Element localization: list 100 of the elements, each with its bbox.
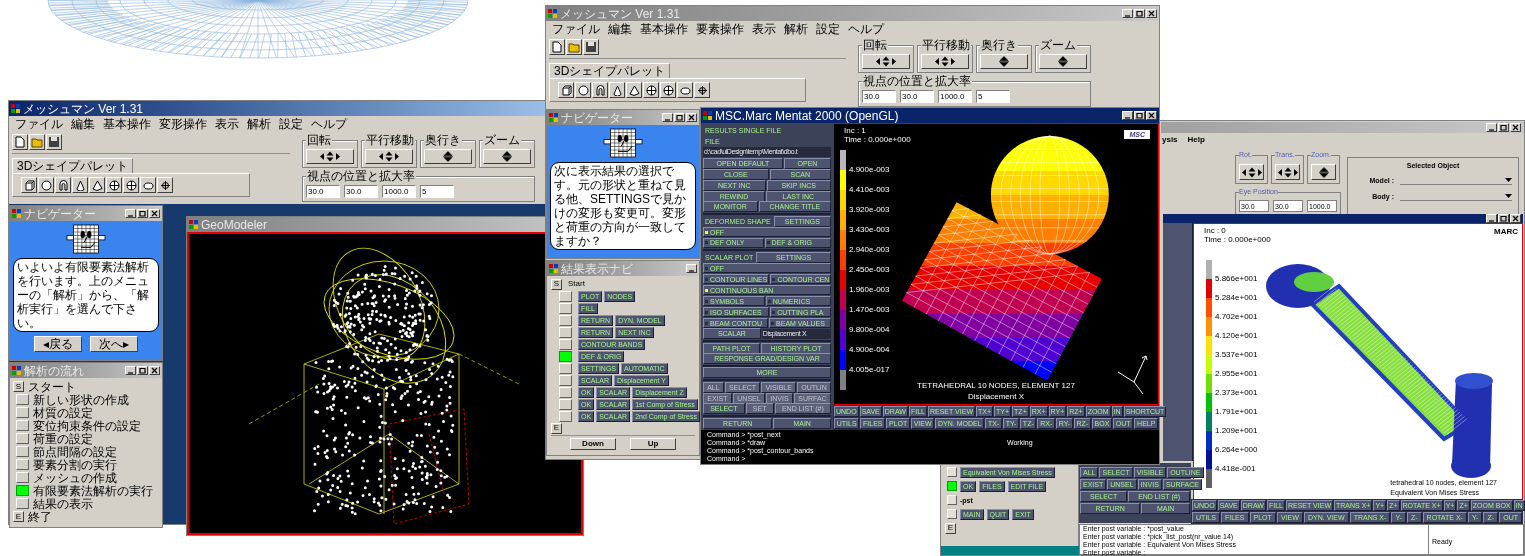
open-button[interactable] — [29, 134, 45, 150]
shape-tool-button[interactable] — [72, 177, 88, 193]
menu-item[interactable]: 編集 — [604, 22, 636, 35]
number-field[interactable]: 5 — [976, 90, 1010, 103]
minimize-button[interactable] — [125, 209, 136, 218]
nav-button[interactable]: ◂戻る — [34, 336, 82, 352]
maximize-button[interactable] — [1134, 111, 1145, 120]
close-button[interactable] — [686, 113, 697, 122]
save-button[interactable] — [46, 134, 62, 150]
nav-button[interactable]: Up — [630, 438, 676, 450]
minimize-button[interactable] — [125, 366, 136, 375]
menu-item[interactable]: ヘルプ — [844, 22, 888, 35]
view-button[interactable] — [1311, 164, 1336, 180]
minimize-button[interactable] — [662, 113, 673, 122]
flow-marker-button[interactable]: E — [551, 422, 562, 434]
nav-button[interactable]: 次へ▸ — [90, 336, 138, 352]
shape-tool-button[interactable] — [157, 177, 173, 193]
open-button[interactable] — [566, 39, 582, 55]
close-button[interactable] — [1146, 111, 1157, 120]
shape-tool-button[interactable] — [21, 177, 37, 193]
number-field[interactable]: 5 — [420, 185, 454, 198]
step-checkbox[interactable] — [559, 350, 572, 362]
view-button[interactable] — [862, 54, 910, 69]
flow-marker-button[interactable]: E — [13, 511, 24, 522]
shape-tool-button[interactable] — [575, 82, 591, 98]
view-button[interactable] — [306, 149, 354, 164]
view-button[interactable] — [1275, 164, 1300, 180]
shape-tool-button[interactable] — [140, 177, 156, 193]
maximize-button[interactable] — [1498, 123, 1509, 132]
shape-tool-button[interactable] — [626, 82, 642, 98]
maximize-button[interactable] — [137, 209, 148, 218]
view-button[interactable] — [921, 54, 969, 69]
shape-tool-button[interactable] — [643, 82, 659, 98]
menu-item[interactable]: 基本操作 — [99, 117, 155, 130]
menu-item[interactable]: ファイル — [11, 117, 67, 130]
menu-item[interactable]: 設定 — [275, 117, 307, 130]
flow-marker-button[interactable]: E — [945, 522, 956, 534]
menu-item[interactable]: 設定 — [812, 22, 844, 35]
shape-tool-button[interactable] — [106, 177, 122, 193]
close-button[interactable] — [1510, 123, 1521, 132]
view-button[interactable] — [483, 149, 531, 164]
number-field[interactable]: 1000.0 — [938, 90, 972, 103]
app-icon — [11, 104, 20, 113]
view-button[interactable] — [424, 149, 472, 164]
menu-item[interactable]: 解析 — [243, 117, 275, 130]
view-button[interactable] — [1039, 54, 1087, 69]
close-button[interactable] — [149, 209, 160, 218]
number-field[interactable]: 30.0 — [306, 185, 340, 198]
menu-item[interactable]: 基本操作 — [636, 22, 692, 35]
view-button[interactable] — [980, 54, 1028, 69]
menu-item[interactable]: 要素操作 — [692, 22, 748, 35]
arch-icon — [57, 179, 69, 191]
shape-tool-button[interactable] — [592, 82, 608, 98]
shape-tool-button[interactable] — [123, 177, 139, 193]
number-field[interactable]: 30.0 — [900, 90, 934, 103]
menu-item[interactable]: ファイル — [548, 22, 604, 35]
shape-tool-button[interactable] — [558, 82, 574, 98]
save-button[interactable] — [583, 39, 599, 55]
menu-item[interactable]: 表示 — [211, 117, 243, 130]
close-button[interactable] — [1146, 9, 1157, 18]
palette-tab[interactable]: 3Dシェイプパレット — [12, 158, 134, 173]
nav-button[interactable]: Down — [570, 438, 616, 450]
new-file-button[interactable] — [549, 39, 565, 55]
maximize-button[interactable] — [674, 113, 685, 122]
maximize-button[interactable] — [1134, 9, 1145, 18]
dropdown[interactable] — [1400, 191, 1512, 201]
menu-item[interactable]: ヘルプ — [307, 117, 351, 130]
shape-tool-button[interactable] — [660, 82, 676, 98]
minimize-button[interactable] — [1122, 111, 1133, 120]
menu-item[interactable]: 変形操作 — [155, 117, 211, 130]
menu-item[interactable]: 編集 — [67, 117, 99, 130]
number-field[interactable]: 30.0 — [344, 185, 378, 198]
minimize-button[interactable] — [1122, 9, 1133, 18]
close-button[interactable] — [149, 366, 160, 375]
number-field[interactable]: 30.0 — [862, 90, 896, 103]
shape-tool-button[interactable] — [89, 177, 105, 193]
step-label: 材質の設定 — [33, 406, 93, 419]
number-field[interactable]: 1000.0 — [382, 185, 416, 198]
step-checkbox[interactable] — [16, 485, 29, 496]
flow-marker-button[interactable]: S — [13, 381, 24, 392]
shape-tool-button[interactable] — [677, 82, 693, 98]
shape-tool-button[interactable] — [694, 82, 710, 98]
menu-item[interactable]: 表示 — [748, 22, 780, 35]
minimize-button[interactable] — [1486, 214, 1497, 223]
menu-item[interactable]: 解析 — [780, 22, 812, 35]
new-file-button[interactable] — [12, 134, 28, 150]
view-button[interactable] — [365, 149, 413, 164]
minimize-button[interactable] — [1486, 123, 1497, 132]
menu-item[interactable]: Help — [1187, 136, 1205, 144]
flow-marker-button[interactable]: S — [551, 278, 562, 290]
maximize-button[interactable] — [137, 366, 148, 375]
menu-item[interactable]: ysis — [1162, 136, 1178, 144]
shape-tool-button[interactable] — [55, 177, 71, 193]
palette-tab[interactable]: 3Dシェイプパレット — [549, 63, 671, 78]
step-checkbox[interactable] — [947, 481, 957, 491]
shape-tool-button[interactable] — [609, 82, 625, 98]
shape-tool-button[interactable] — [38, 177, 54, 193]
minimize-button[interactable] — [686, 264, 697, 273]
dropdown[interactable] — [1400, 175, 1512, 185]
view-button[interactable] — [1239, 164, 1264, 180]
